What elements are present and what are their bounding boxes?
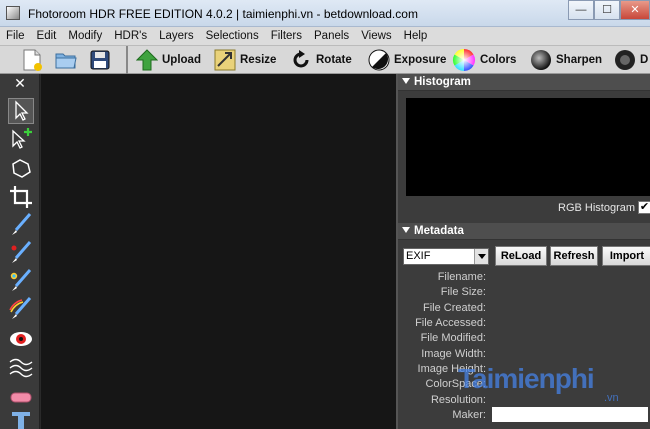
maximize-button[interactable]: ☐ (594, 0, 620, 20)
text-tool-icon[interactable] (8, 410, 34, 429)
upload-label: Upload (162, 54, 201, 66)
meta-label-file-modified: File Modified: (420, 332, 486, 344)
toolbar-separator (126, 46, 128, 74)
menu-panels[interactable]: Panels (308, 27, 355, 45)
rainbow-brush-tool-icon[interactable] (8, 296, 34, 322)
dropdown-arrow-icon (474, 249, 488, 264)
maker-input[interactable] (492, 407, 648, 422)
rotate-icon (293, 50, 309, 68)
menu-hdrs[interactable]: HDR's (108, 27, 153, 45)
collapse-triangle-icon (402, 77, 410, 84)
window-title: Fhotoroom HDR FREE EDITION 4.0.2 | taimi… (28, 7, 418, 21)
sharpen-button[interactable]: Sharpen (530, 49, 602, 71)
window-controls: — ☐ ✕ (568, 0, 650, 22)
colors-label: Colors (480, 54, 517, 66)
menu-views[interactable]: Views (355, 27, 397, 45)
collapse-triangle-icon (402, 226, 410, 233)
menu-layers[interactable]: Layers (153, 27, 200, 45)
open-folder-icon[interactable] (54, 48, 78, 72)
lasso-tool-icon[interactable] (8, 156, 34, 182)
refresh-button[interactable]: Refresh (550, 246, 598, 266)
menu-selections[interactable]: Selections (200, 27, 265, 45)
eraser-tool-icon[interactable] (8, 384, 34, 410)
close-button[interactable]: ✕ (620, 0, 650, 20)
red-eye-tool-icon[interactable] (8, 326, 34, 352)
clipped-tool-icon (615, 50, 635, 70)
histogram-display (406, 98, 650, 196)
meta-label-filename: Filename: (437, 271, 486, 283)
save-disk-icon[interactable] (88, 48, 112, 72)
rgb-histogram-label: RGB Histogram (558, 202, 636, 214)
meta-label-file-accessed: File Accessed: (415, 317, 486, 329)
clipped-toolbar-label: D (640, 54, 649, 66)
rotate-button[interactable]: Rotate (290, 49, 352, 71)
resize-label: Resize (240, 54, 277, 66)
app-icon (6, 6, 20, 20)
main-toolbar: Upload Resize Rotate Exposure Colors Sha… (0, 46, 650, 74)
metadata-format-select[interactable]: EXIF (403, 248, 489, 265)
sharpen-label: Sharpen (556, 54, 603, 66)
metadata-panel-header[interactable]: Metadata (398, 223, 650, 240)
meta-label-image-width: Image Width: (421, 348, 486, 360)
menu-edit[interactable]: Edit (31, 27, 63, 45)
exposure-label: Exposure (394, 54, 447, 66)
sharpen-icon (531, 50, 551, 70)
rgb-histogram-checkbox[interactable]: ✔ (638, 201, 650, 214)
rotate-label: Rotate (316, 54, 352, 66)
menu-modify[interactable]: Modify (62, 27, 108, 45)
new-file-icon[interactable] (20, 48, 44, 72)
resize-icon (214, 49, 236, 71)
meta-label-maker: Maker: (452, 409, 486, 421)
close-palette-icon[interactable]: ✕ (0, 74, 40, 92)
watermark-text: Taimienphi (458, 363, 595, 394)
title-bar: Fhotoroom HDR FREE EDITION 4.0.2 | taimi… (0, 0, 650, 27)
meta-label-file-size: File Size: (440, 286, 486, 298)
minimize-button[interactable]: — (568, 0, 594, 20)
crop-tool-icon[interactable] (8, 184, 34, 210)
reload-button[interactable]: ReLoad (495, 246, 547, 266)
menu-bar: File Edit Modify HDR's Layers Selections… (0, 27, 650, 46)
brush-tool-icon[interactable] (8, 212, 34, 238)
colors-button[interactable]: Colors (452, 49, 516, 71)
metadata-title: Metadata (414, 225, 464, 237)
menu-file[interactable]: File (0, 27, 31, 45)
exposure-icon (368, 49, 390, 71)
exposure-button[interactable]: Exposure (368, 49, 446, 71)
metadata-format-value: EXIF (406, 250, 431, 262)
meta-label-resolution: Resolution: (430, 394, 486, 406)
color-brush-tool-icon[interactable] (8, 268, 34, 294)
watermark-suffix: .vn (604, 392, 619, 404)
menu-filters[interactable]: Filters (265, 27, 308, 45)
wave-tool-icon[interactable] (8, 354, 34, 380)
histogram-title: Histogram (414, 76, 471, 88)
resize-button[interactable]: Resize (214, 49, 276, 71)
add-select-tool-icon[interactable] (8, 126, 34, 152)
select-tool-icon[interactable] (8, 98, 34, 124)
upload-button[interactable]: Upload (136, 49, 201, 71)
red-brush-tool-icon[interactable] (8, 240, 34, 266)
tool-palette: ✕ (0, 74, 40, 429)
histogram-panel-header[interactable]: Histogram (398, 74, 650, 91)
import-button[interactable]: Import (602, 246, 650, 266)
meta-label-file-created: File Created: (423, 302, 486, 314)
color-wheel-icon (453, 49, 475, 71)
image-canvas[interactable] (41, 74, 396, 429)
clipped-toolbar-button[interactable]: D (614, 49, 648, 71)
upload-arrow-icon (136, 49, 158, 71)
menu-help[interactable]: Help (398, 27, 434, 45)
